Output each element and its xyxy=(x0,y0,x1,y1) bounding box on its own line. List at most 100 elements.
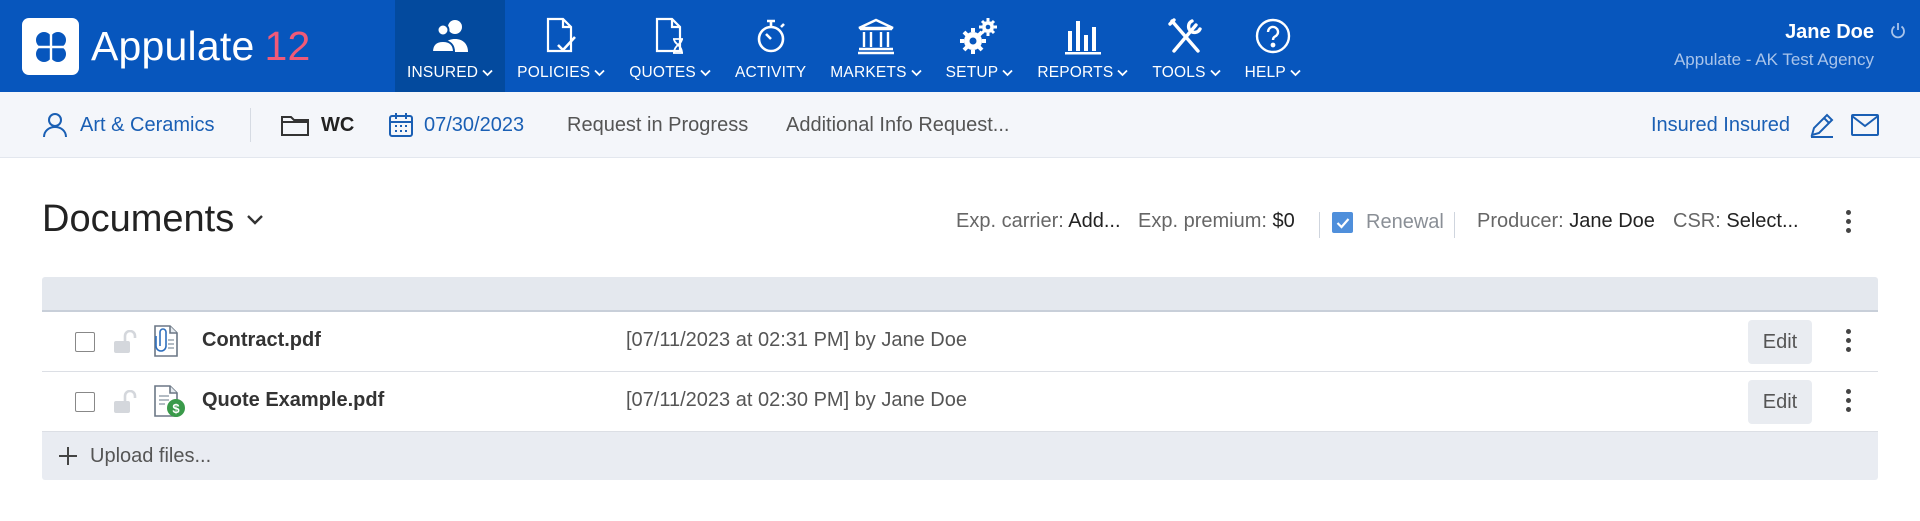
quote-doc-icon xyxy=(648,16,692,56)
renewal-toggle[interactable]: Renewal xyxy=(1332,211,1444,234)
nav-activity-label: ACTIVITY xyxy=(734,64,807,81)
renewal-label: Renewal xyxy=(1366,211,1444,233)
chevron-down-icon xyxy=(910,69,922,77)
date-link[interactable]: 07/30/2023 xyxy=(388,92,524,158)
effective-date: 07/30/2023 xyxy=(424,113,525,136)
main-nav: INSURED POLICIES QUOTES ACTIVITY MARKETS… xyxy=(395,0,1313,92)
chevron-down-icon xyxy=(1117,69,1128,77)
top-navigation-bar: Appulate 12 INSURED POLICIES QUOTES ACTI… xyxy=(0,0,1920,92)
edit-button[interactable]: Edit xyxy=(1748,320,1812,364)
nav-insured[interactable]: INSURED xyxy=(395,0,506,92)
nav-markets[interactable]: MARKETS xyxy=(818,0,933,92)
chevron-down-icon xyxy=(247,214,264,225)
row-checkbox[interactable] xyxy=(75,332,95,352)
help-circle-icon xyxy=(1251,16,1295,56)
insured-name: Art & Ceramics xyxy=(80,113,215,136)
csr[interactable]: CSR: Select... xyxy=(1673,210,1799,233)
chevron-down-icon xyxy=(700,69,711,77)
row-more-options-icon[interactable] xyxy=(1838,329,1858,352)
file-uploaded: [07/11/2023 at 02:30 PM] by Jane Doe xyxy=(626,389,967,411)
user-info[interactable]: Jane Doe Appulate - AK Test Agency xyxy=(1674,21,1874,70)
nav-markets-label: MARKETS xyxy=(830,64,907,81)
chevron-down-icon xyxy=(1290,69,1301,77)
upload-files-button[interactable]: Upload files... xyxy=(42,432,1878,480)
power-icon[interactable] xyxy=(1890,22,1906,44)
nav-tools-label: TOOLS xyxy=(1152,64,1206,81)
gears-icon xyxy=(957,16,1001,56)
exp-carrier-label: Exp. carrier: xyxy=(956,210,1064,232)
nav-help[interactable]: HELP xyxy=(1233,0,1313,92)
bar-chart-icon xyxy=(1061,16,1105,56)
nav-setup[interactable]: SETUP xyxy=(934,0,1026,92)
policy-doc-icon xyxy=(539,16,583,56)
divider xyxy=(1454,212,1455,238)
unlock-icon[interactable] xyxy=(112,389,138,419)
person-icon xyxy=(43,113,67,138)
row-more-options-icon[interactable] xyxy=(1838,389,1858,412)
nav-policies[interactable]: POLICIES xyxy=(505,0,617,92)
insured-context-bar: Art & Ceramics WC 07/30/2023 Request in … xyxy=(0,92,1920,158)
exp-premium-value: $0 xyxy=(1272,210,1295,232)
nav-insured-label: INSURED xyxy=(407,64,479,81)
exp-premium-label: Exp. premium: xyxy=(1138,210,1267,232)
edit-pencil-icon[interactable] xyxy=(1808,92,1836,158)
producer-label: Producer: xyxy=(1477,210,1564,232)
user-name: Jane Doe xyxy=(1785,21,1874,43)
folder-icon xyxy=(281,116,309,136)
mail-icon[interactable] xyxy=(1851,92,1879,158)
file-name[interactable]: Contract.pdf xyxy=(202,329,321,352)
producer[interactable]: Producer: Jane Doe xyxy=(1477,210,1655,233)
tools-icon xyxy=(1164,16,1208,56)
clover-logo-icon xyxy=(22,18,79,75)
more-options-icon[interactable] xyxy=(1838,210,1858,233)
checkmark-icon xyxy=(1336,217,1349,229)
documents-table: Contract.pdf [07/11/2023 at 02:31 PM] by… xyxy=(42,277,1878,480)
file-uploaded: [07/11/2023 at 02:31 PM] by Jane Doe xyxy=(626,329,967,351)
documents-dropdown[interactable]: Documents xyxy=(42,198,264,241)
table-row[interactable]: Contract.pdf [07/11/2023 at 02:31 PM] by… xyxy=(42,312,1878,372)
nav-policies-label: POLICIES xyxy=(517,64,591,81)
nav-tools[interactable]: TOOLS xyxy=(1140,0,1232,92)
nav-reports[interactable]: REPORTS xyxy=(1025,0,1140,92)
csr-label: CSR: xyxy=(1673,210,1721,232)
exp-carrier[interactable]: Exp. carrier: Add... xyxy=(956,210,1121,233)
insured-contact-link[interactable]: Insured Insured xyxy=(1651,92,1790,158)
file-name[interactable]: Quote Example.pdf xyxy=(202,389,384,412)
lob-link[interactable]: WC xyxy=(281,92,354,158)
lob-code: WC xyxy=(321,113,355,136)
exp-carrier-value: Add... xyxy=(1068,210,1121,232)
unlock-icon[interactable] xyxy=(112,329,138,359)
bank-icon xyxy=(854,16,898,56)
calendar-icon xyxy=(389,113,413,137)
insured-link[interactable]: Art & Ceramics xyxy=(42,92,214,158)
page-title: Documents xyxy=(42,198,235,240)
clip-document-icon xyxy=(152,324,180,363)
upload-label: Upload files... xyxy=(90,444,212,467)
exp-premium[interactable]: Exp. premium: $0 xyxy=(1138,210,1295,233)
divider xyxy=(1319,212,1320,238)
table-row[interactable]: $ Quote Example.pdf [07/11/2023 at 02:30… xyxy=(42,372,1878,432)
chevron-down-icon xyxy=(482,69,493,77)
edit-button[interactable]: Edit xyxy=(1748,380,1812,424)
dollar-document-icon: $ xyxy=(152,384,186,423)
additional-info-request[interactable]: Additional Info Request... xyxy=(786,92,1009,158)
request-status[interactable]: Request in Progress xyxy=(567,92,748,158)
row-checkbox[interactable] xyxy=(75,392,95,412)
table-header xyxy=(42,277,1878,312)
nav-quotes[interactable]: QUOTES xyxy=(617,0,723,92)
nav-quotes-label: QUOTES xyxy=(629,64,696,81)
plus-icon xyxy=(58,446,78,466)
producer-value: Jane Doe xyxy=(1569,210,1655,232)
nav-activity[interactable]: ACTIVITY xyxy=(723,0,818,92)
chevron-down-icon xyxy=(1209,69,1221,77)
nav-setup-label: SETUP xyxy=(945,64,999,81)
nav-reports-label: REPORTS xyxy=(1037,64,1114,81)
divider xyxy=(250,108,251,142)
app-logo[interactable]: Appulate 12 xyxy=(22,18,310,75)
svg-text:$: $ xyxy=(172,401,180,416)
user-agency: Appulate - AK Test Agency xyxy=(1673,50,1874,69)
renewal-checkbox[interactable] xyxy=(1332,212,1353,233)
chevron-down-icon xyxy=(594,69,605,77)
chevron-down-icon xyxy=(1002,69,1013,77)
app-version: 12 xyxy=(264,23,311,69)
